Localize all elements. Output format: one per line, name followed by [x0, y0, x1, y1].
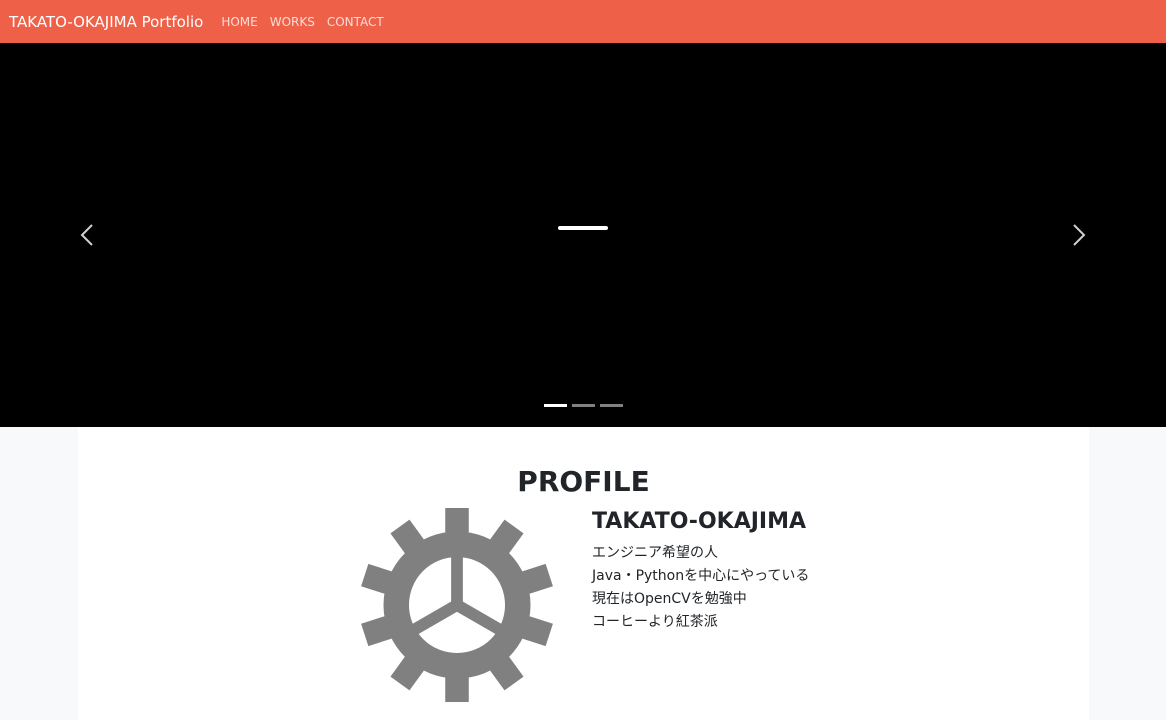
carousel-next-button[interactable] — [1064, 221, 1092, 249]
nav-link-home[interactable]: HOME — [221, 15, 257, 29]
carousel-indicators — [544, 404, 628, 407]
profile-name: TAKATO-OKAJIMA — [592, 509, 807, 534]
bio-line: エンジニア希望の人 — [592, 545, 718, 561]
carousel-indicator-3[interactable] — [600, 404, 623, 407]
navbar: TAKATO-OKAJIMA Portfolio HOME WORKS CONT… — [0, 0, 1166, 43]
bio-line: Java・Pythonを中心にやっている — [592, 568, 810, 584]
nav-link-contact[interactable]: CONTACT — [327, 15, 384, 29]
nav-links: HOME WORKS CONTACT — [221, 15, 395, 29]
slide-caption-bar — [558, 226, 608, 230]
bio-line: コーヒーより紅茶派 — [592, 614, 718, 630]
carousel-prev-button[interactable] — [74, 221, 102, 249]
chevron-right-icon — [1073, 224, 1086, 246]
navbar-brand[interactable]: TAKATO-OKAJIMA Portfolio — [9, 13, 203, 31]
profile-title: PROFILE — [517, 465, 650, 498]
carousel-indicator-2[interactable] — [572, 404, 595, 407]
chevron-left-icon — [80, 224, 93, 246]
hero-carousel — [0, 43, 1166, 427]
bio-line: 現在はOpenCVを勉強中 — [592, 591, 747, 607]
profile-section: PROFILE TAKATO-OKAJIMA エンジニア希望の人 Java・Py… — [78, 427, 1089, 720]
nav-link-works[interactable]: WORKS — [270, 15, 315, 29]
profile-bio: エンジニア希望の人 Java・Pythonを中心にやっている 現在はOpenCV… — [592, 542, 809, 634]
gear-icon — [361, 507, 553, 703]
carousel-indicator-1[interactable] — [544, 404, 567, 407]
